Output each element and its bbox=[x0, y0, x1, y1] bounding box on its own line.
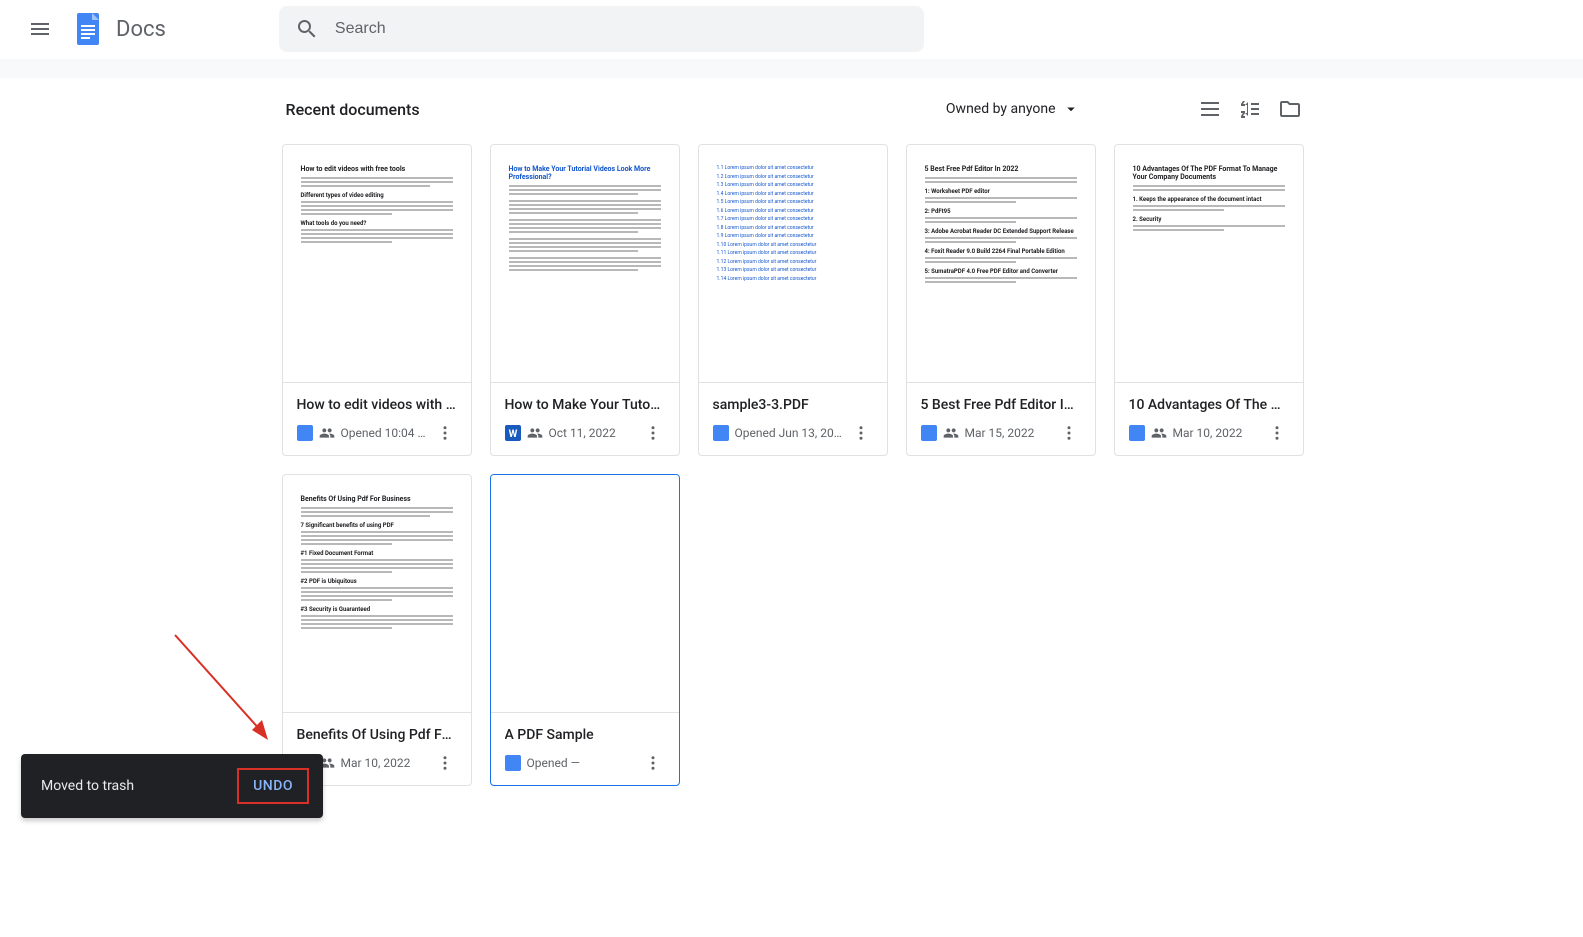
document-title: How to Make Your Tutoria... bbox=[505, 397, 665, 413]
toast-message: Moved to trash bbox=[41, 778, 237, 794]
docs-file-icon bbox=[921, 425, 937, 441]
more-vert-icon bbox=[644, 754, 662, 772]
hamburger-icon bbox=[28, 17, 52, 41]
view-controls bbox=[1198, 97, 1302, 121]
document-preview: How to Make Your Tutorial Videos Look Mo… bbox=[491, 145, 679, 382]
docs-logo[interactable] bbox=[68, 9, 108, 49]
sort-az-icon bbox=[1238, 97, 1262, 121]
document-meta: Opened Jun 13, 2022 bbox=[713, 421, 873, 445]
sort-button[interactable] bbox=[1238, 97, 1262, 121]
main-menu-button[interactable] bbox=[16, 5, 64, 53]
document-date: Opened Jun 13, 2022 bbox=[735, 426, 843, 440]
document-preview: 10 Advantages Of The PDF Format To Manag… bbox=[1115, 145, 1303, 382]
search-box[interactable] bbox=[279, 6, 924, 52]
list-view-icon bbox=[1198, 97, 1222, 121]
preview-title: 10 Advantages Of The PDF Format To Manag… bbox=[1133, 165, 1285, 181]
app-name: Docs bbox=[116, 17, 166, 42]
document-card[interactable]: 10 Advantages Of The PDF Format To Manag… bbox=[1114, 144, 1304, 456]
document-title: sample3-3.PDF bbox=[713, 397, 873, 413]
word-file-icon: W bbox=[505, 425, 521, 441]
docs-file-icon bbox=[505, 755, 521, 771]
document-card[interactable]: A PDF Sample Opened — bbox=[490, 474, 680, 786]
more-vert-icon bbox=[1268, 424, 1286, 442]
docs-file-icon bbox=[713, 425, 729, 441]
preview-title: Benefits Of Using Pdf For Business bbox=[301, 495, 453, 503]
dropdown-arrow-icon bbox=[1062, 100, 1080, 118]
more-vert-icon bbox=[436, 754, 454, 772]
shared-icon bbox=[319, 425, 335, 441]
toast-notification: Moved to trash UNDO bbox=[21, 754, 323, 818]
document-more-button[interactable] bbox=[433, 421, 457, 445]
annotation-arrow bbox=[170, 630, 280, 754]
document-meta: Mar 15, 2022 bbox=[921, 421, 1081, 445]
document-grid: How to edit videos with free toolsDiffer… bbox=[282, 144, 1302, 786]
search-icon bbox=[295, 17, 319, 41]
document-meta: W Oct 11, 2022 bbox=[505, 421, 665, 445]
document-meta: Opened — bbox=[505, 751, 665, 775]
document-card[interactable]: 5 Best Free Pdf Editor In 20221: Workshe… bbox=[906, 144, 1096, 456]
document-date: Opened — bbox=[527, 756, 635, 770]
filter-label: Owned by anyone bbox=[946, 101, 1056, 117]
list-view-button[interactable] bbox=[1198, 97, 1222, 121]
shared-icon bbox=[527, 425, 543, 441]
section-header: Recent documents Owned by anyone bbox=[282, 94, 1302, 124]
preview-title: How to edit videos with free tools bbox=[301, 165, 453, 173]
header-divider bbox=[0, 58, 1583, 78]
document-info: sample3-3.PDF Opened Jun 13, 2022 bbox=[699, 382, 887, 455]
document-more-button[interactable] bbox=[849, 421, 873, 445]
more-vert-icon bbox=[852, 424, 870, 442]
undo-button[interactable]: UNDO bbox=[237, 768, 309, 804]
more-vert-icon bbox=[644, 424, 662, 442]
document-date: Mar 10, 2022 bbox=[1173, 426, 1259, 440]
document-preview bbox=[491, 475, 679, 712]
preview-title: 5 Best Free Pdf Editor In 2022 bbox=[925, 165, 1077, 173]
shared-icon bbox=[943, 425, 959, 441]
document-card[interactable]: 1.1 Lorem ipsum dolor sit amet consectet… bbox=[698, 144, 888, 456]
document-more-button[interactable] bbox=[641, 421, 665, 445]
document-date: Mar 10, 2022 bbox=[341, 756, 427, 770]
ownership-filter-dropdown[interactable]: Owned by anyone bbox=[938, 94, 1088, 124]
document-title: 5 Best Free Pdf Editor In ... bbox=[921, 397, 1081, 413]
docs-logo-icon bbox=[70, 11, 106, 47]
more-vert-icon bbox=[436, 424, 454, 442]
document-info: 5 Best Free Pdf Editor In ... Mar 15, 202… bbox=[907, 382, 1095, 455]
document-title: How to edit videos with f... bbox=[297, 397, 457, 413]
folder-icon bbox=[1278, 97, 1302, 121]
shared-icon bbox=[1151, 425, 1167, 441]
document-more-button[interactable] bbox=[433, 751, 457, 775]
document-preview: How to edit videos with free toolsDiffer… bbox=[283, 145, 471, 382]
document-date: Mar 15, 2022 bbox=[965, 426, 1051, 440]
search-input[interactable] bbox=[335, 20, 908, 38]
svg-text:W: W bbox=[508, 429, 517, 440]
document-preview: Benefits Of Using Pdf For Business7 Sign… bbox=[283, 475, 471, 712]
document-preview: 5 Best Free Pdf Editor In 20221: Workshe… bbox=[907, 145, 1095, 382]
section-title: Recent documents bbox=[286, 100, 420, 119]
document-more-button[interactable] bbox=[641, 751, 665, 775]
document-card[interactable]: How to Make Your Tutorial Videos Look Mo… bbox=[490, 144, 680, 456]
document-meta: Mar 10, 2022 bbox=[1129, 421, 1289, 445]
open-file-picker-button[interactable] bbox=[1278, 97, 1302, 121]
document-title: 10 Advantages Of The PD... bbox=[1129, 397, 1289, 413]
document-title: A PDF Sample bbox=[505, 727, 665, 743]
document-info: How to edit videos with f... Opened 10:04… bbox=[283, 382, 471, 455]
document-meta: Opened 10:04 AM bbox=[297, 421, 457, 445]
more-vert-icon bbox=[1060, 424, 1078, 442]
document-title: Benefits Of Using Pdf For... bbox=[297, 727, 457, 743]
document-card[interactable]: How to edit videos with free toolsDiffer… bbox=[282, 144, 472, 456]
document-card[interactable]: Benefits Of Using Pdf For Business7 Sign… bbox=[282, 474, 472, 786]
app-header: Docs bbox=[0, 0, 1583, 58]
document-info: A PDF Sample Opened — bbox=[491, 712, 679, 785]
document-date: Opened 10:04 AM bbox=[341, 426, 427, 440]
docs-file-icon bbox=[297, 425, 313, 441]
document-date: Oct 11, 2022 bbox=[549, 426, 635, 440]
document-info: How to Make Your Tutoria... W Oct 11, 2022 bbox=[491, 382, 679, 455]
document-info: 10 Advantages Of The PD... Mar 10, 2022 bbox=[1115, 382, 1303, 455]
preview-title: How to Make Your Tutorial Videos Look Mo… bbox=[509, 165, 661, 181]
document-preview: 1.1 Lorem ipsum dolor sit amet consectet… bbox=[699, 145, 887, 382]
document-more-button[interactable] bbox=[1057, 421, 1081, 445]
docs-file-icon bbox=[1129, 425, 1145, 441]
document-more-button[interactable] bbox=[1265, 421, 1289, 445]
